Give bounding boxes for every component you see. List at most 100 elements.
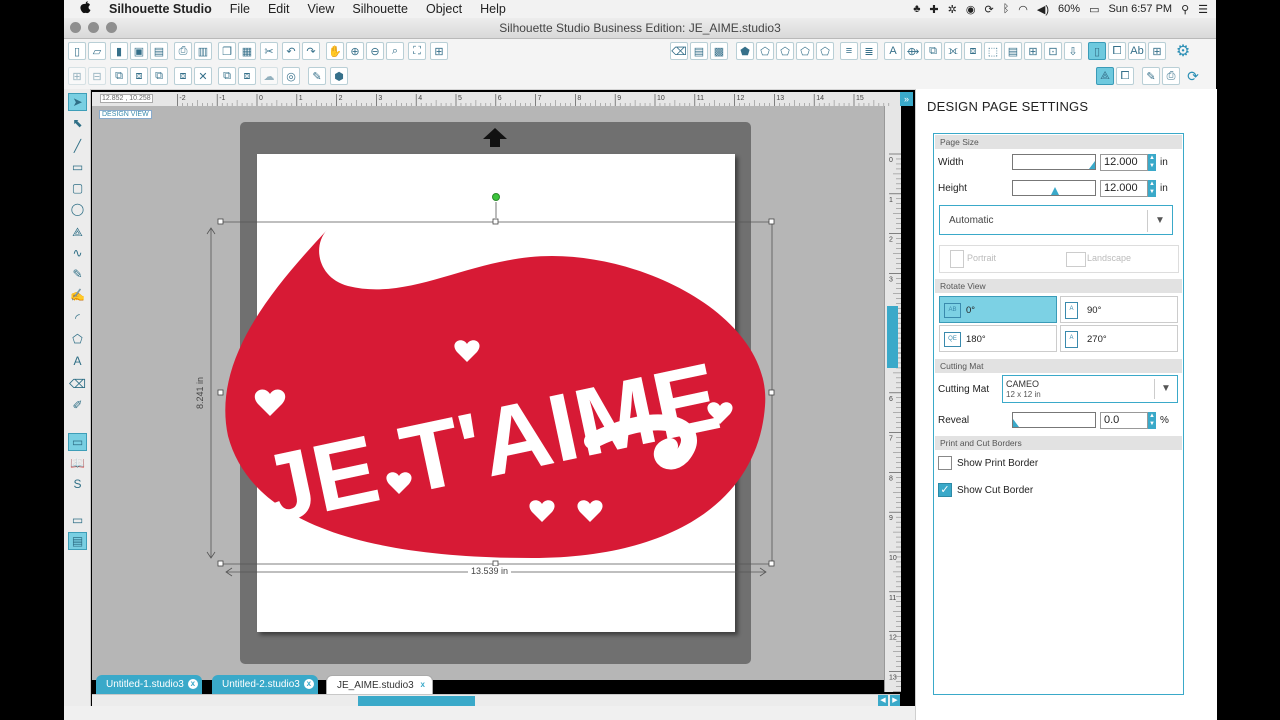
- open-icon[interactable]: ▱: [88, 42, 106, 60]
- battery-percent[interactable]: 60%: [1058, 3, 1080, 15]
- slider-thumb[interactable]: [1051, 187, 1059, 195]
- width-stepper[interactable]: ▲ ▼: [1148, 154, 1156, 171]
- resize-handle[interactable]: [492, 218, 499, 225]
- spotlight-icon[interactable]: ⚲: [1181, 3, 1189, 16]
- width-slider[interactable]: [1012, 154, 1096, 170]
- plus-icon[interactable]: ✚: [929, 3, 938, 16]
- resize-handle[interactable]: [768, 218, 775, 225]
- curve-tool-icon[interactable]: ∿: [68, 244, 87, 262]
- gradient-icon[interactable]: ⬠: [756, 42, 774, 60]
- design-canvas[interactable]: JE T'AIME 8.241 in 13.539 in: [92, 106, 884, 680]
- knife-tool-icon[interactable]: ✐: [68, 396, 87, 414]
- library-store-icon[interactable]: ⊡: [1044, 42, 1062, 60]
- save-to-library-icon[interactable]: ▤: [150, 42, 168, 60]
- zoom-out-icon[interactable]: ⊖: [366, 42, 384, 60]
- tab-untitled-2[interactable]: Untitled-2.studio3 x: [212, 675, 318, 694]
- text-tool-icon[interactable]: A: [68, 352, 87, 370]
- freehand-tool-icon[interactable]: ✎: [68, 265, 87, 283]
- fill-panel-icon[interactable]: ⬟: [736, 42, 754, 60]
- replicate-icon[interactable]: ⧉: [924, 42, 942, 60]
- grid-settings-icon[interactable]: ⊞: [1148, 42, 1166, 60]
- select-tool-icon[interactable]: ➤: [68, 93, 87, 111]
- polygon-tool-icon[interactable]: ⟁: [68, 223, 87, 241]
- arc-tool-icon[interactable]: ◜: [68, 309, 87, 327]
- cutting-mat-select[interactable]: CAMEO 12 x 12 in ▼: [1002, 375, 1178, 403]
- menu-app-name[interactable]: Silhouette Studio: [100, 2, 221, 16]
- gear-icon[interactable]: ✲: [948, 3, 957, 16]
- show-print-border-label[interactable]: Show Print Border: [957, 458, 1038, 469]
- pixscan-icon[interactable]: ⧠: [1116, 67, 1134, 85]
- width-input[interactable]: 12.000: [1100, 154, 1148, 171]
- modify-icon[interactable]: ⟗: [944, 42, 962, 60]
- copy-icon[interactable]: ❐: [218, 42, 236, 60]
- print-cut-icon[interactable]: ▥: [194, 42, 212, 60]
- horizontal-scroll-thumb[interactable]: [358, 696, 475, 706]
- show-cut-border-label[interactable]: Show Cut Border: [957, 485, 1033, 496]
- rotate-0-option[interactable]: AB 0°: [939, 296, 1057, 323]
- target-icon[interactable]: ◎: [282, 67, 300, 85]
- ellipse-tool-icon[interactable]: ◯: [68, 200, 87, 218]
- fit-page-icon[interactable]: ⊞: [430, 42, 448, 60]
- line-style-icon[interactable]: ⬠: [796, 42, 814, 60]
- bluetooth-icon[interactable]: ᛒ: [1003, 3, 1010, 15]
- make-compound-icon[interactable]: ⧉: [110, 67, 128, 85]
- pan-hand-icon[interactable]: ✋: [326, 42, 344, 60]
- sync-icon[interactable]: ⟳: [984, 3, 993, 16]
- send-to-icon[interactable]: ⎙: [1162, 67, 1180, 85]
- smooth-freehand-tool-icon[interactable]: ✍: [68, 286, 87, 304]
- align-icon[interactable]: ≡: [840, 42, 858, 60]
- tab-untitled-1[interactable]: Untitled-1.studio3 x: [96, 675, 202, 694]
- rectangle-tool-icon[interactable]: ▭: [68, 158, 87, 176]
- eraser-icon[interactable]: ⌫: [670, 42, 688, 60]
- resize-handle[interactable]: [217, 560, 224, 567]
- eraser-tool-icon[interactable]: ⌫: [68, 375, 87, 393]
- scroll-left-icon[interactable]: ◀: [878, 695, 888, 706]
- zoom-in-icon[interactable]: ⊕: [346, 42, 364, 60]
- ungroup-icon[interactable]: ⊟: [88, 67, 106, 85]
- cut-icon[interactable]: ✂: [260, 42, 278, 60]
- duplicate-icon[interactable]: ⧉: [218, 67, 236, 85]
- registration-icon[interactable]: ⧠: [1108, 42, 1126, 60]
- menu-object[interactable]: Object: [417, 2, 471, 16]
- page-setup-icon[interactable]: ▯: [1088, 42, 1106, 60]
- design-view-icon[interactable]: ▭: [68, 433, 87, 451]
- resize-handle[interactable]: [768, 560, 775, 567]
- notification-center-icon[interactable]: ☰: [1198, 3, 1208, 16]
- height-input[interactable]: 12.000: [1100, 180, 1148, 197]
- minimize-window-button[interactable]: [88, 22, 99, 33]
- save-icon[interactable]: ▣: [130, 42, 148, 60]
- offset-icon[interactable]: ⧈: [964, 42, 982, 60]
- fill-color-icon[interactable]: ▤: [690, 42, 708, 60]
- volume-icon[interactable]: ◀): [1037, 3, 1049, 16]
- resize-handle[interactable]: [768, 389, 775, 396]
- page-size-select[interactable]: Automatic ▼: [939, 205, 1173, 235]
- regular-polygon-tool-icon[interactable]: ⬠: [68, 330, 87, 348]
- vertical-scroll-thumb[interactable]: [887, 306, 898, 368]
- wifi-icon[interactable]: ◠: [1018, 3, 1028, 16]
- creative-cloud-icon[interactable]: ♣: [913, 3, 920, 15]
- landscape-icon[interactable]: [1066, 252, 1086, 267]
- scroll-right-icon[interactable]: ▶: [890, 695, 900, 706]
- bring-forward-icon[interactable]: ⧉: [150, 67, 168, 85]
- point-edit-tool-icon[interactable]: ⬉: [68, 114, 87, 132]
- close-tab-icon[interactable]: x: [418, 680, 428, 690]
- rounded-rectangle-tool-icon[interactable]: ▢: [68, 179, 87, 197]
- menu-view[interactable]: View: [298, 2, 343, 16]
- resize-handle[interactable]: [217, 218, 224, 225]
- landscape-button[interactable]: Landscape: [1087, 253, 1131, 263]
- show-print-border-checkbox[interactable]: [938, 456, 952, 470]
- trace-icon[interactable]: ⬚: [984, 42, 1002, 60]
- new-document-icon[interactable]: ▯: [68, 42, 86, 60]
- line-color-icon[interactable]: ⬠: [776, 42, 794, 60]
- zoom-fit-icon[interactable]: ⛶: [408, 42, 426, 60]
- knife-icon[interactable]: ✎: [308, 67, 326, 85]
- layers-icon[interactable]: ▤: [1004, 42, 1022, 60]
- split-view-icon[interactable]: ▤: [68, 532, 87, 550]
- weld-icon[interactable]: ⧈: [174, 67, 192, 85]
- close-tab-icon[interactable]: x: [187, 679, 198, 689]
- close-tab-icon[interactable]: x: [303, 679, 314, 689]
- zoom-select-icon[interactable]: ⌕: [386, 42, 404, 60]
- line-tool-icon[interactable]: ╱: [68, 137, 87, 155]
- reveal-stepper[interactable]: ▲ ▼: [1148, 412, 1156, 429]
- reveal-slider[interactable]: [1012, 412, 1096, 428]
